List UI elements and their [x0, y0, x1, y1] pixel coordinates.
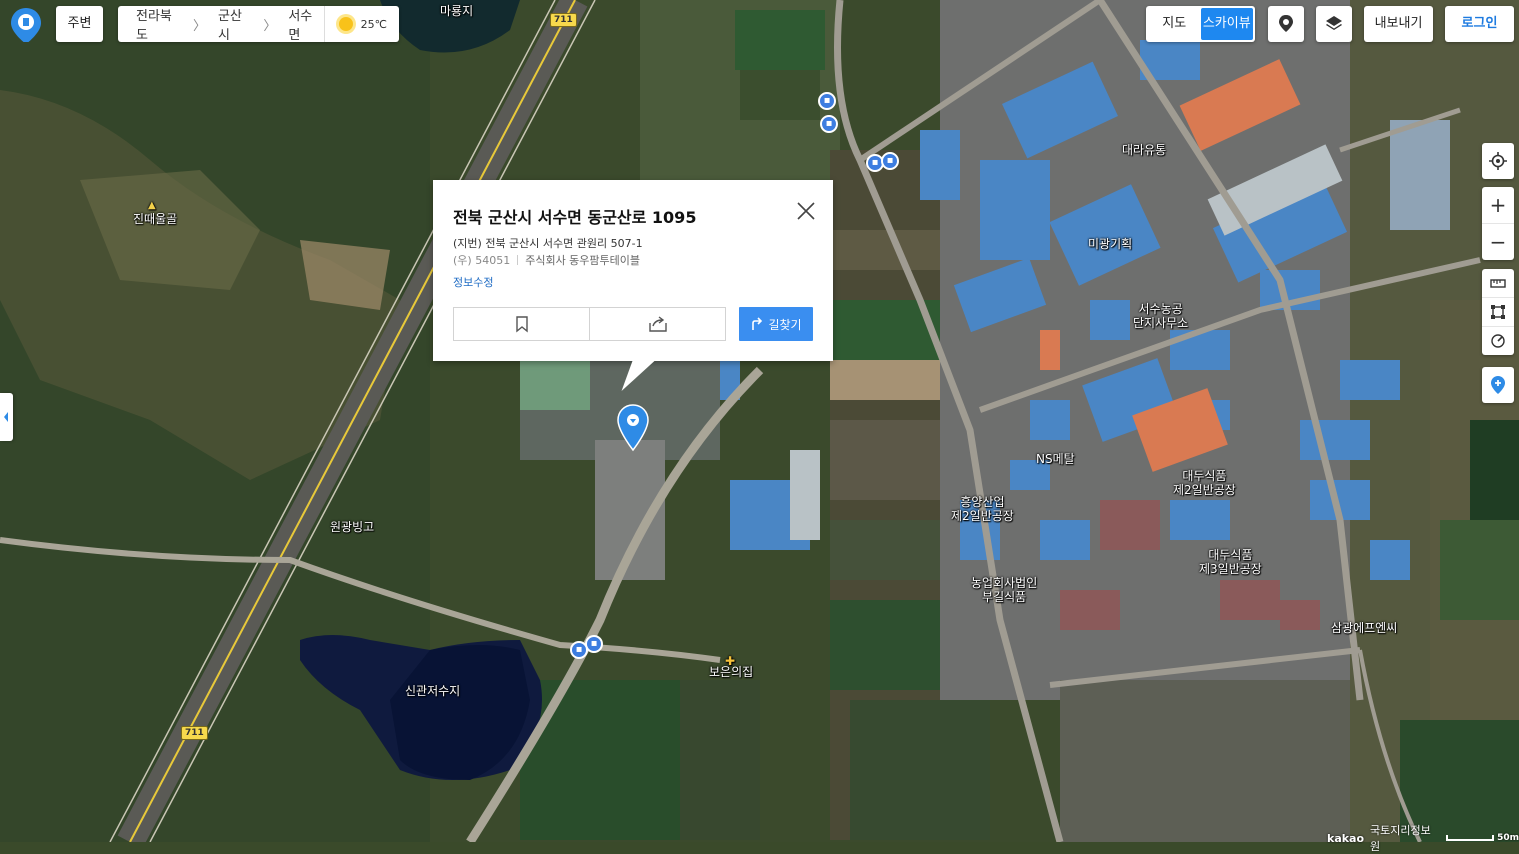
- popup-postal: (우) 54051: [453, 254, 511, 267]
- radius-tool-button[interactable]: [1482, 326, 1514, 355]
- route-arrow-icon: [752, 317, 763, 330]
- tools-control: [1482, 269, 1514, 355]
- bus-stop-icon[interactable]: ▪: [820, 115, 838, 133]
- route-711-shield: 711: [181, 726, 208, 740]
- zoom-in-button[interactable]: +: [1482, 187, 1514, 223]
- bookmark-button[interactable]: [454, 308, 589, 340]
- map-type-skyview[interactable]: 스카이뷰: [1200, 8, 1253, 40]
- plus-icon: +: [1489, 193, 1507, 217]
- map-label-samgwang[interactable]: 삼광에프엔씨: [1331, 621, 1397, 635]
- breadcrumb: 전라북도 〉 군산시 〉 서수면 25℃: [118, 5, 399, 43]
- bus-stop-icon[interactable]: ▪: [881, 152, 899, 170]
- map-type-map[interactable]: 지도: [1148, 8, 1201, 40]
- add-place-control: [1482, 367, 1514, 403]
- location-marker-icon[interactable]: [617, 404, 649, 452]
- breadcrumb-city[interactable]: 군산시: [206, 5, 253, 43]
- bus-stop-icon[interactable]: ▪: [818, 92, 836, 110]
- mountain-icon: ▲: [148, 200, 156, 211]
- place-info-popup: 전북 군산시 서수면 동군산로 1095 (지번) 전북 군산시 서수면 관원리…: [433, 180, 833, 361]
- share-icon: [648, 316, 667, 332]
- add-place-button[interactable]: [1482, 367, 1514, 403]
- popup-close-button[interactable]: [795, 200, 817, 222]
- map-label-daedu2[interactable]: 대두식품 제2일반공장: [1173, 469, 1236, 497]
- scale-bar: [1445, 835, 1495, 841]
- map-footer: kakao 국토지리정보원 50m: [1327, 822, 1519, 854]
- route-711-shield: 711: [550, 13, 577, 27]
- chevron-left-icon: [4, 412, 8, 422]
- satellite-map[interactable]: 마룡지 진때울골 ▲ 대라유통 미광기획 서수농공 단지사무소 NS메탈 대두식품…: [0, 0, 1519, 842]
- weather-widget[interactable]: 25℃: [323, 6, 399, 42]
- map-label-heungyang[interactable]: 흥양산업 제2일반공장: [951, 495, 1014, 523]
- edit-info-link[interactable]: 정보수정: [453, 274, 493, 290]
- map-label-jinttaeulgol[interactable]: 진때울골: [133, 212, 177, 226]
- share-button[interactable]: [589, 308, 725, 340]
- add-pin-icon: [1491, 376, 1505, 394]
- map-label-wongwang[interactable]: 원광빙고: [330, 520, 374, 534]
- map-provider: 국토지리정보원: [1370, 824, 1431, 853]
- breadcrumb-province[interactable]: 전라북도: [118, 5, 183, 43]
- map-label-boeun[interactable]: 보은의집: [709, 665, 753, 679]
- close-icon: [797, 202, 815, 220]
- distance-tool-button[interactable]: [1482, 269, 1514, 297]
- chevron-right-icon: 〉: [263, 18, 277, 34]
- area-tool-button[interactable]: [1482, 297, 1514, 326]
- login-button[interactable]: 로그인: [1445, 6, 1514, 42]
- my-location-button[interactable]: [1482, 143, 1514, 179]
- map-label-daedu3[interactable]: 대두식품 제3일반공장: [1199, 548, 1262, 576]
- layers-icon: [1326, 16, 1342, 30]
- kakao-map-logo[interactable]: [8, 6, 44, 44]
- roadview-button[interactable]: [1268, 6, 1304, 42]
- map-label-seosu[interactable]: 서수농공 단지사무소: [1133, 302, 1188, 330]
- bookmark-icon: [515, 315, 528, 332]
- ruler-icon: [1490, 279, 1506, 288]
- map-label-migwang[interactable]: 미광기획: [1088, 237, 1132, 251]
- find-route-button[interactable]: 길찾기: [739, 307, 813, 341]
- crosshair-icon: [1489, 152, 1507, 170]
- sidebar-toggle[interactable]: [0, 393, 13, 441]
- layers-button[interactable]: [1316, 6, 1352, 42]
- map-label-nong[interactable]: 농업회사법인 부길식품: [971, 576, 1037, 604]
- area-icon: [1491, 305, 1505, 319]
- zoom-control: + −: [1482, 187, 1514, 260]
- export-button[interactable]: 내보내기: [1364, 6, 1433, 42]
- sun-icon: [338, 17, 353, 31]
- popup-postal-row: (우) 54051 주식회사 동우팜투테이블: [453, 252, 640, 268]
- around-button[interactable]: 주변: [56, 6, 103, 42]
- map-imagery: [0, 0, 1519, 842]
- temperature-value: 25℃: [360, 17, 387, 31]
- kakao-brand: kakao: [1327, 831, 1365, 845]
- map-label-maryongji[interactable]: 마룡지: [440, 4, 473, 18]
- my-location-control: [1482, 143, 1514, 179]
- popup-actions: [453, 307, 726, 341]
- popup-company: 주식회사 동우팜투테이블: [525, 254, 641, 267]
- person-pin-icon: [1279, 15, 1293, 32]
- breadcrumb-district[interactable]: 서수면: [276, 5, 323, 43]
- map-label-daera[interactable]: 대라유통: [1122, 143, 1166, 157]
- zoom-out-button[interactable]: −: [1482, 223, 1514, 260]
- popup-jibun: (지번) 전북 군산시 서수면 관원리 507-1: [453, 237, 643, 250]
- map-label-singwan[interactable]: 신관저수지: [405, 684, 460, 698]
- popup-address-title: 전북 군산시 서수면 동군산로 1095: [453, 208, 697, 227]
- minus-icon: −: [1489, 230, 1507, 254]
- compass-icon: [1491, 334, 1505, 348]
- map-label-ns[interactable]: NS메탈: [1036, 452, 1075, 466]
- chevron-right-icon: 〉: [193, 18, 207, 34]
- map-type-toggle: 지도 스카이뷰: [1146, 6, 1255, 42]
- bus-stop-icon[interactable]: ▪: [570, 641, 588, 659]
- find-route-label: 길찾기: [768, 317, 802, 332]
- divider: [517, 255, 519, 265]
